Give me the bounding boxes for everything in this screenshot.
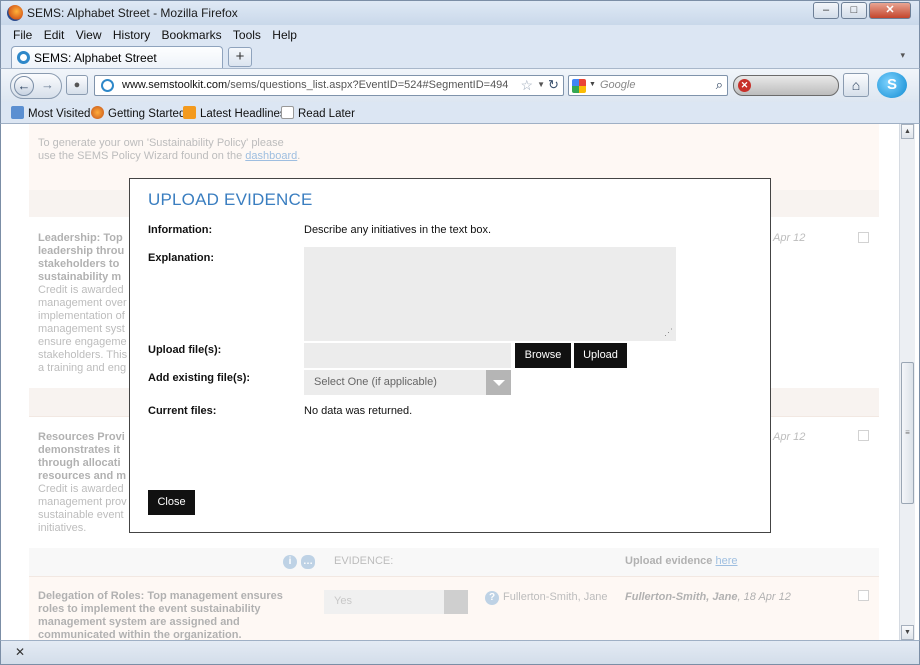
- new-tab-button[interactable]: +: [228, 47, 252, 67]
- most-visited-icon: [11, 106, 24, 119]
- chevron-down-icon: [486, 370, 511, 395]
- url-dropdown-icon[interactable]: ▼: [537, 80, 545, 89]
- bookmarks-toolbar: Most Visited Getting Started Latest Head…: [0, 102, 920, 124]
- search-placeholder: Google: [600, 79, 636, 91]
- current-files-label: Current files:: [148, 405, 217, 417]
- scroll-thumb[interactable]: ≡: [901, 362, 914, 504]
- upload-files-label: Upload file(s):: [148, 344, 222, 356]
- rss-feed-icon: [183, 106, 196, 119]
- back-forward-group: ← →: [10, 73, 62, 99]
- url-text: www.semstoolkit.com/sems/questions_list.…: [122, 79, 508, 91]
- firefox-bookmark-icon: [91, 106, 104, 119]
- bookmark-latest-headlines[interactable]: Latest Headlines: [183, 106, 286, 120]
- window-title: SEMS: Alphabet Street - Mozilla Firefox: [27, 6, 238, 20]
- bookmark-read-later[interactable]: Read Later: [281, 106, 355, 120]
- bookmark-label: Latest Headlines: [200, 108, 286, 120]
- page-icon: [281, 106, 294, 119]
- existing-files-select[interactable]: Select One (if applicable): [304, 370, 511, 395]
- menu-history[interactable]: History: [113, 28, 150, 42]
- file-path-input[interactable]: [304, 343, 511, 368]
- status-bar: ✕: [0, 640, 920, 665]
- tab-bar: SEMS: Alphabet Street + ▾: [0, 45, 920, 68]
- minimize-button[interactable]: ‒: [813, 2, 839, 19]
- list-all-tabs-icon[interactable]: ▾: [900, 50, 905, 61]
- information-value: Describe any initiatives in the text box…: [304, 224, 492, 236]
- google-search-engine-icon[interactable]: [572, 79, 586, 93]
- home-button[interactable]: ⌂: [843, 73, 869, 97]
- menu-file[interactable]: File: [13, 28, 32, 42]
- existing-files-select-value: Select One (if applicable): [314, 376, 437, 388]
- tab-sems[interactable]: SEMS: Alphabet Street: [11, 46, 223, 68]
- url-domain: www.semstoolkit.com: [122, 79, 228, 91]
- site-identity-icon: [101, 79, 114, 92]
- bookmark-most-visited[interactable]: Most Visited: [11, 106, 90, 120]
- explanation-label: Explanation:: [148, 252, 215, 264]
- vertical-scrollbar[interactable]: ▲ ≡ ▼: [899, 124, 915, 640]
- dialog-title: UPLOAD EVIDENCE: [148, 190, 313, 209]
- resize-grip-icon[interactable]: ⋰: [664, 327, 673, 338]
- scroll-up-icon[interactable]: ▲: [901, 124, 914, 139]
- addon-toolbar-widget[interactable]: ✕: [733, 75, 839, 96]
- menu-bar: File Edit View History Bookmarks Tools H…: [0, 25, 920, 45]
- bookmark-label: Getting Started: [108, 108, 186, 120]
- stop-icon[interactable]: ✕: [738, 79, 751, 92]
- explanation-textarea[interactable]: ⋰: [304, 247, 676, 341]
- close-window-button[interactable]: ✕: [869, 2, 911, 19]
- close-button[interactable]: Close: [148, 490, 195, 515]
- window-controls: ‒ □ ✕: [813, 2, 911, 19]
- back-arrow-icon[interactable]: ←: [14, 76, 34, 96]
- bookmark-star-icon[interactable]: ☆: [520, 77, 533, 94]
- scroll-down-icon[interactable]: ▼: [901, 625, 914, 640]
- search-magnifier-icon[interactable]: ⌕: [716, 77, 723, 93]
- navigation-toolbar: ← → ● www.semstoolkit.com/sems/questions…: [0, 68, 920, 102]
- close-addon-bar-icon[interactable]: ✕: [15, 645, 25, 659]
- bookmark-label: Most Visited: [28, 108, 91, 120]
- address-bar[interactable]: www.semstoolkit.com/sems/questions_list.…: [94, 75, 564, 96]
- menu-bookmarks[interactable]: Bookmarks: [162, 28, 222, 42]
- bookmark-getting-started[interactable]: Getting Started: [91, 106, 185, 120]
- skype-icon[interactable]: S: [877, 72, 907, 98]
- upload-evidence-dialog: UPLOAD EVIDENCE Information: Describe an…: [129, 178, 771, 533]
- forward-arrow-icon[interactable]: →: [41, 77, 54, 92]
- upload-button[interactable]: Upload: [574, 343, 627, 368]
- information-label: Information:: [148, 224, 213, 236]
- identity-button[interactable]: ●: [66, 75, 88, 95]
- bookmark-label: Read Later: [298, 108, 355, 120]
- firefox-logo-icon: [7, 5, 23, 21]
- browse-button[interactable]: Browse: [515, 343, 571, 368]
- page-viewport: To generate your own 'Sustainability Pol…: [0, 124, 920, 640]
- url-path: /sems/questions_list.aspx?EventID=524#Se…: [227, 79, 509, 91]
- search-bar[interactable]: ▼ Google ⌕: [568, 75, 728, 96]
- search-engine-dropdown-icon[interactable]: ▼: [589, 81, 596, 88]
- maximize-button[interactable]: □: [841, 2, 867, 19]
- menu-tools[interactable]: Tools: [233, 28, 261, 42]
- reload-icon[interactable]: ↻: [546, 78, 561, 93]
- tab-label: SEMS: Alphabet Street: [34, 51, 157, 65]
- menu-edit[interactable]: Edit: [44, 28, 65, 42]
- current-files-value: No data was returned.: [304, 405, 413, 417]
- site-favicon-icon: [17, 51, 30, 64]
- menu-view[interactable]: View: [76, 28, 102, 42]
- menu-help[interactable]: Help: [272, 28, 297, 42]
- title-bar: SEMS: Alphabet Street - Mozilla Firefox …: [0, 0, 920, 25]
- existing-files-label: Add existing file(s):: [148, 372, 251, 384]
- page-content: To generate your own 'Sustainability Pol…: [1, 124, 901, 640]
